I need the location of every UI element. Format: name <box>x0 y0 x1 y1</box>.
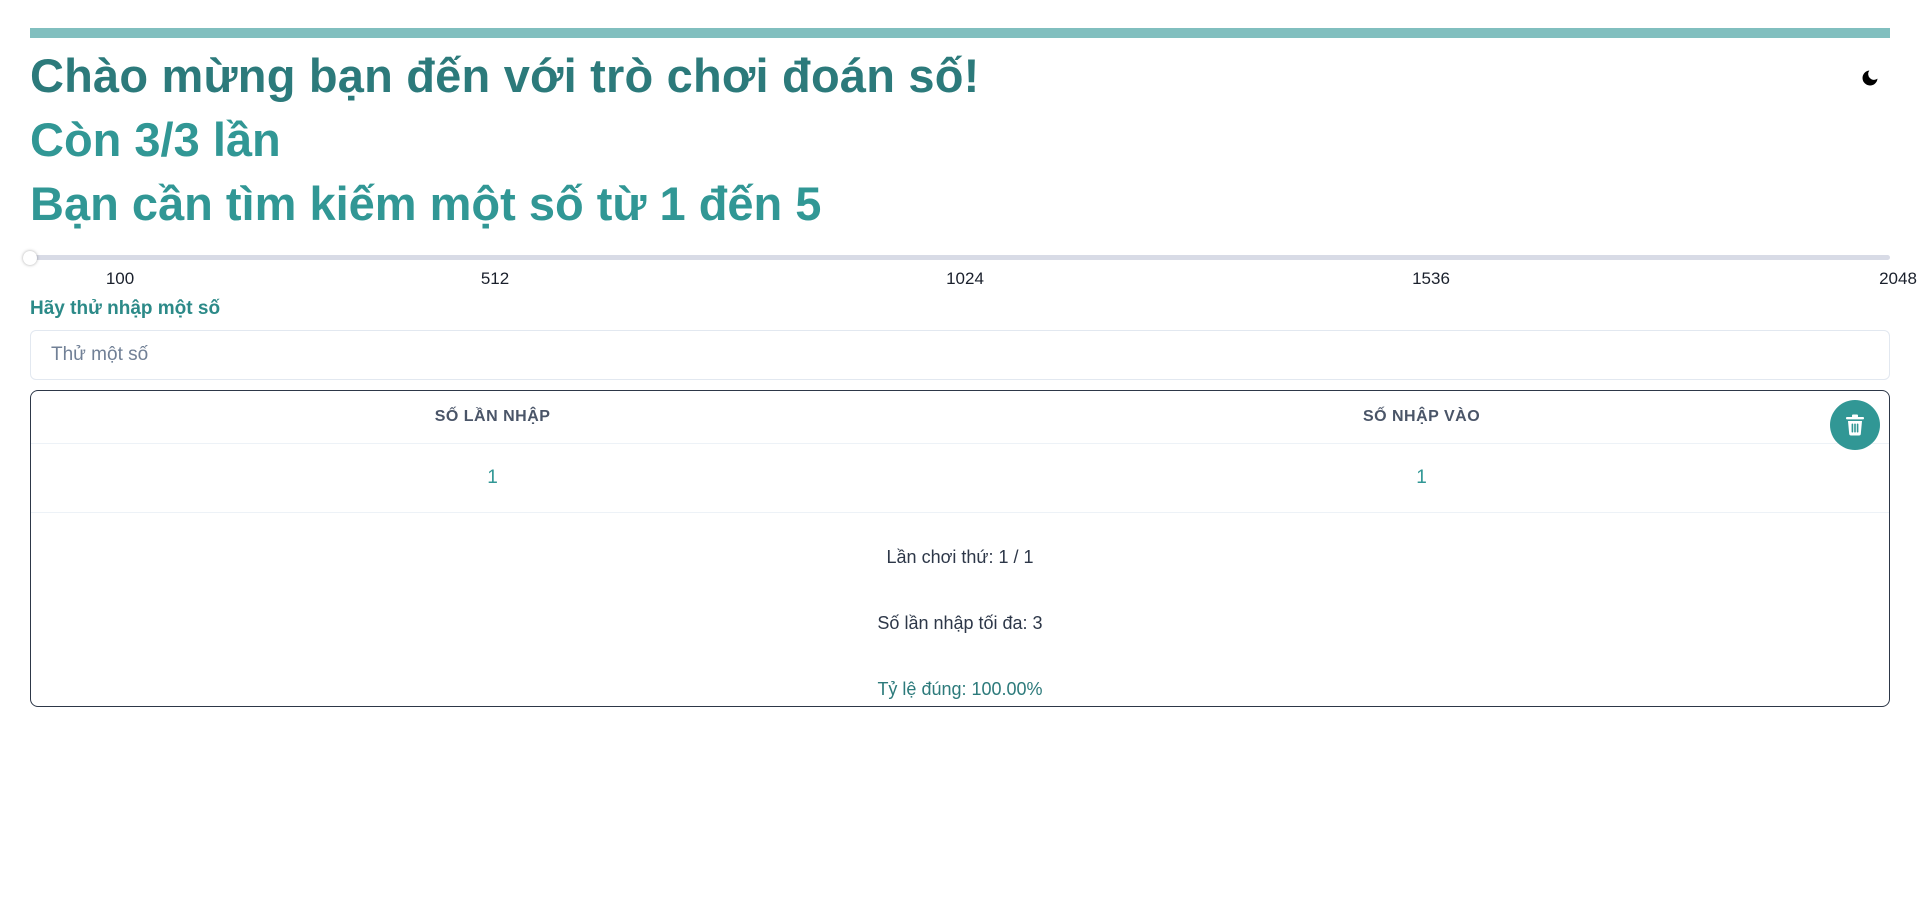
page-container: Chào mừng bạn đến với trò chơi đoán số! … <box>23 28 1917 707</box>
game-round-stat: Lần chơi thứ: 1 / 1 <box>886 547 1034 567</box>
history-table: Số lần nhập Số nhập vào 1 1 <box>31 391 1889 513</box>
welcome-title: Chào mừng bạn đến với trò chơi đoán số! <box>30 49 980 102</box>
column-header-value: Số nhập vào <box>954 391 1889 444</box>
slider-mark-2048: 2048 <box>1879 269 1917 288</box>
column-header-attempt: Số lần nhập <box>31 391 955 444</box>
guess-input[interactable] <box>30 330 1890 380</box>
attempts-remaining: Còn 3/3 lần <box>30 113 281 166</box>
clear-history-button[interactable] <box>1830 400 1880 450</box>
slider-mark-1536: 1536 <box>1412 269 1450 288</box>
slider-thumb[interactable] <box>23 251 37 265</box>
range-hint: Bạn cần tìm kiếm một số từ 1 đến 5 <box>30 177 822 230</box>
max-attempts-stat: Số lần nhập tối đa: 3 <box>877 613 1043 633</box>
cell-attempt: 1 <box>31 443 955 513</box>
slider-track[interactable] <box>30 255 1890 260</box>
slider-mark-1024: 1024 <box>946 269 984 288</box>
slider-mark-100: 100 <box>105 269 135 288</box>
theme-toggle-button[interactable] <box>1850 58 1890 98</box>
slider-marks: 100 512 1024 1536 2048 <box>30 269 1917 289</box>
cell-value: 1 <box>954 443 1889 513</box>
game-stats: Lần chơi thứ: 1 / 1 Số lần nhập tối đa: … <box>31 546 1889 700</box>
top-accent-bar <box>30 28 1890 38</box>
trash-icon <box>1846 414 1864 436</box>
table-row: 1 1 <box>31 443 1889 513</box>
accuracy-stat: Tỷ lệ đúng: 100.00% <box>877 679 1043 699</box>
slider-mark-512: 512 <box>480 269 510 288</box>
moon-icon <box>1862 70 1878 86</box>
history-card: Số lần nhập Số nhập vào 1 1 <box>30 390 1890 707</box>
range-slider[interactable]: 100 512 1024 1536 2048 <box>23 251 1917 288</box>
guess-input-label: Hãy thử nhập một số <box>30 298 221 319</box>
history-header-row: Số lần nhập Số nhập vào <box>31 391 1889 444</box>
